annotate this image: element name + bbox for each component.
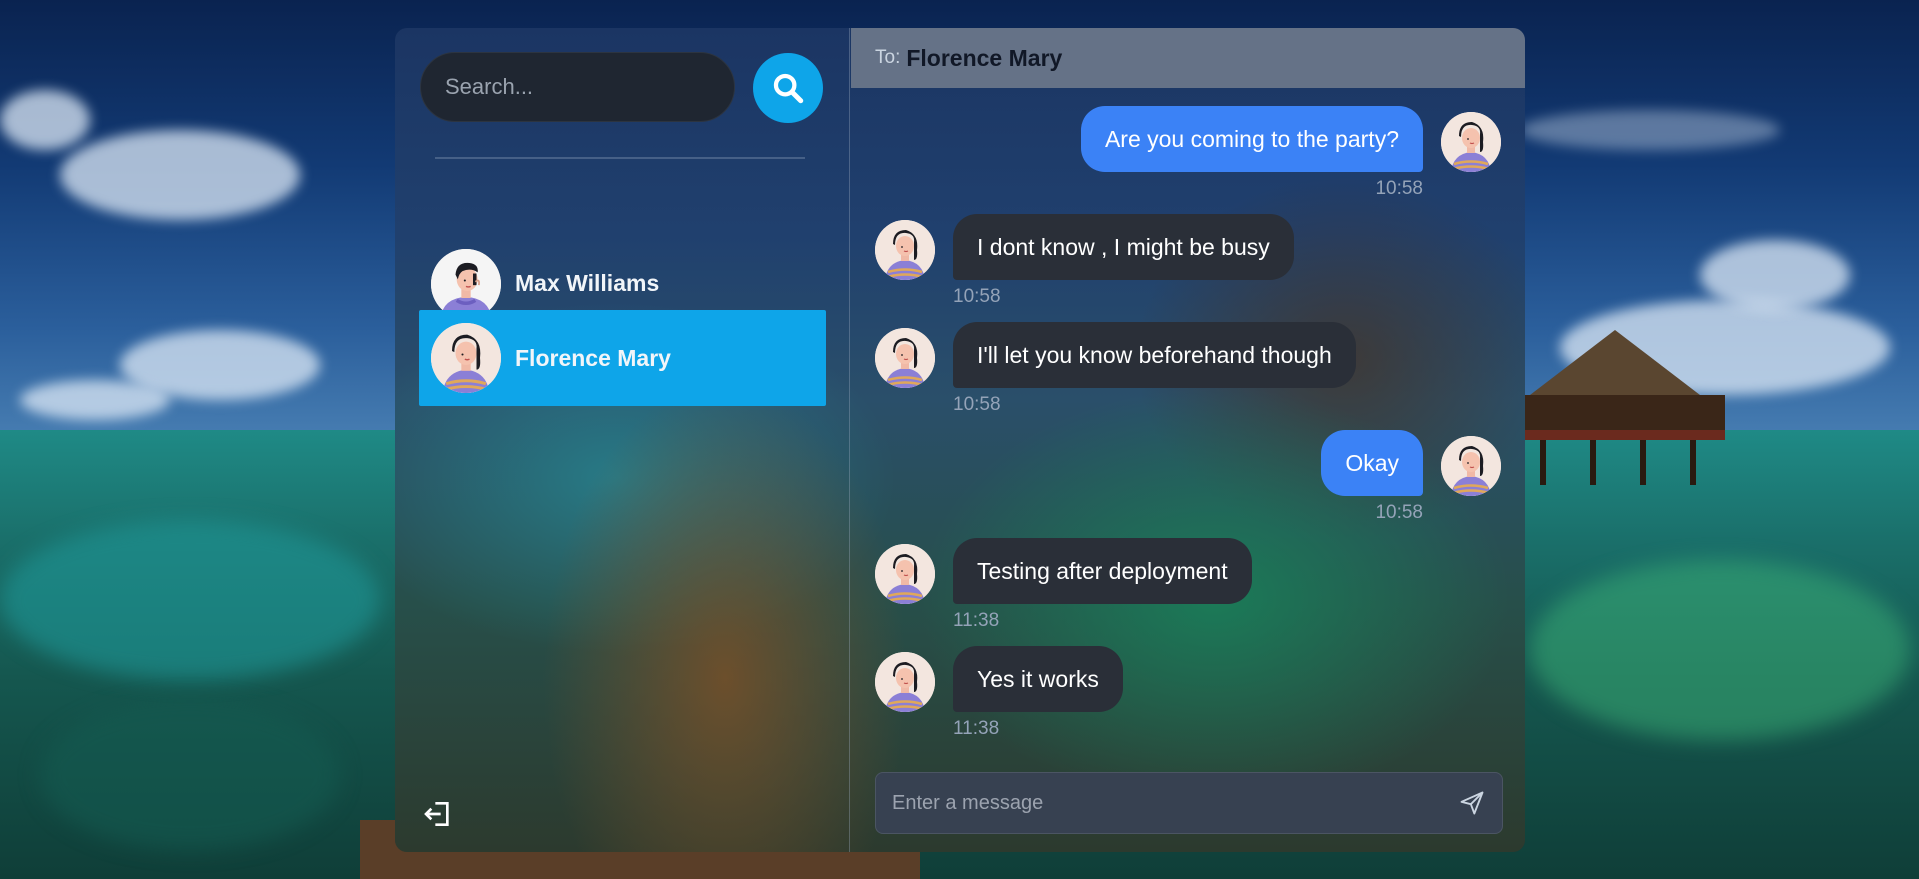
send-button[interactable] [1456, 787, 1488, 819]
message-bubble-incoming: Yes it works [953, 646, 1123, 712]
message-composer [875, 772, 1503, 834]
recipient-name: Florence Mary [906, 44, 1063, 71]
avatar [875, 652, 935, 712]
logout-button[interactable] [420, 796, 456, 832]
logout-icon [424, 802, 449, 826]
contact-item-florence-mary[interactable]: Florence Mary [419, 310, 826, 406]
message-time: 11:38 [953, 718, 1000, 739]
chat-panel: To: Florence Mary Are you coming to the … [851, 28, 1525, 852]
message-time: 10:58 [1375, 502, 1423, 523]
contact-name: Max Williams [515, 270, 660, 296]
message-time: 10:58 [953, 394, 1001, 415]
message-bubble-outgoing: Okay [1321, 430, 1423, 496]
message-bubble-outgoing: Are you coming to the party? [1080, 106, 1423, 172]
message-time: 10:58 [953, 286, 1001, 307]
message-time: 10:58 [1375, 178, 1423, 199]
message-bubble-incoming: I dont know , I might be busy [953, 214, 1294, 280]
sidebar-divider [435, 157, 805, 159]
avatar [1441, 436, 1501, 496]
search-button[interactable] [753, 53, 823, 123]
avatar [875, 328, 935, 388]
chat-header: To: Florence Mary [851, 28, 1525, 88]
avatar [875, 220, 935, 280]
avatar [431, 248, 501, 319]
contacts-sidebar: Max Williams Florence Mary [395, 28, 850, 852]
message-input[interactable] [876, 773, 1436, 833]
chat-app-window: Max Williams Florence Mary To: Florence … [395, 28, 1525, 852]
send-icon [1460, 791, 1484, 815]
message-bubble-incoming: I'll let you know beforehand though [953, 322, 1356, 388]
search-input[interactable] [420, 52, 735, 122]
avatar [431, 323, 501, 393]
to-label: To: [875, 47, 901, 68]
contact-name: Florence Mary [515, 344, 671, 371]
avatar [1441, 112, 1501, 172]
message-bubble-incoming: Testing after deployment [953, 538, 1252, 604]
avatar [875, 544, 935, 604]
message-time: 11:38 [953, 610, 1000, 631]
search-icon [773, 73, 804, 104]
